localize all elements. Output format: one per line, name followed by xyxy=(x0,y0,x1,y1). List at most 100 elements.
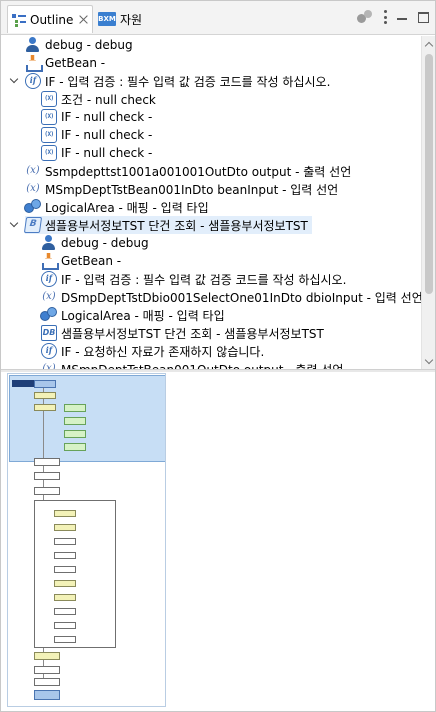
condition-icon: (X) xyxy=(41,91,57,107)
condition-icon: (X) xyxy=(41,127,57,143)
mapping-icon xyxy=(41,307,57,323)
overview-node xyxy=(34,487,60,495)
overview-node xyxy=(54,538,76,545)
if-icon: if xyxy=(25,73,41,89)
tree-item-label: LogicalArea - 매핑 - 입력 타입 xyxy=(45,200,209,215)
overview-node xyxy=(54,636,76,643)
variable-icon: (x) xyxy=(42,291,56,302)
variable-icon: (x) xyxy=(42,363,56,369)
tree-item[interactable]: (x) DSmpDeptTstDbio001SelectOne01InDto d… xyxy=(41,288,421,306)
tree-item-label: GetBean - xyxy=(61,254,122,268)
tree-item[interactable]: LogicalArea - 매핑 - 입력 타입 xyxy=(25,198,209,216)
tree-item[interactable]: LogicalArea - 매핑 - 입력 타입 xyxy=(41,306,225,324)
scroll-down-icon[interactable] xyxy=(425,357,433,365)
overview-node xyxy=(54,580,76,587)
outline-tree[interactable]: debug - debug GetBean - if IF - 입력 검증 : … xyxy=(1,36,421,369)
tree-item[interactable]: (x) MSmpDeptTstBean001InDto beanInput - … xyxy=(25,180,338,198)
tree-item[interactable]: (X) IF - null check - xyxy=(41,108,152,126)
tree-item-label: IF - 입력 검증 : 필수 입력 값 검증 코드를 작성 하십시오. xyxy=(45,74,331,89)
overview-node xyxy=(54,594,76,601)
overview-node xyxy=(34,472,60,480)
overview-node xyxy=(34,380,56,388)
tree-item[interactable]: debug - debug xyxy=(25,36,133,54)
chevron-down-icon[interactable] xyxy=(10,76,20,86)
overview-node xyxy=(54,608,76,615)
overview-node xyxy=(34,458,60,466)
tree-item-label: 샘플용부서정보TST 단건 조회 - 샘플용부서정보TST xyxy=(61,326,324,341)
tab-outline[interactable]: Outline xyxy=(7,5,93,33)
overview-node xyxy=(54,510,76,517)
tab-resources[interactable]: BXM 자원 xyxy=(96,5,142,33)
tree-item-label: IF - 입력 검증 : 필수 입력 값 검증 코드를 작성 하십시오. xyxy=(61,272,347,287)
chevron-down-icon[interactable] xyxy=(10,220,20,230)
overview-node xyxy=(34,690,60,700)
getbean-icon xyxy=(25,55,43,72)
tree-item[interactable]: GetBean - xyxy=(41,252,121,270)
tree-item[interactable]: (x) MSmpDeptTstBean001OutDto output - 출력… xyxy=(41,360,343,370)
overview-node xyxy=(64,430,86,438)
overview-node xyxy=(64,417,86,425)
scrollbar-thumb[interactable] xyxy=(425,54,433,294)
close-icon[interactable] xyxy=(78,14,89,25)
condition-icon: (X) xyxy=(41,109,57,125)
getbean-icon xyxy=(41,253,59,270)
overview-node xyxy=(34,666,60,674)
tree-item-label: 조건 - null check xyxy=(61,92,156,107)
variable-icon: (x) xyxy=(26,183,40,194)
tree-vertical-scrollbar[interactable] xyxy=(421,36,435,369)
tree-item-label: IF - null check - xyxy=(61,146,153,160)
overview-node xyxy=(64,443,86,451)
tree-item[interactable]: if IF - 요청하신 자료가 존재하지 않습니다. xyxy=(41,342,264,360)
tree-item-label: IF - 요청하신 자료가 존재하지 않습니다. xyxy=(61,344,265,359)
if-icon: if xyxy=(41,271,57,287)
tree-item[interactable]: (X) 조건 - null check xyxy=(41,90,156,108)
tab-outline-label: Outline xyxy=(30,12,74,27)
overview-node xyxy=(54,552,76,559)
view-toolbar xyxy=(357,10,429,24)
person-icon xyxy=(41,235,57,251)
overview-node xyxy=(54,622,76,629)
overview-node xyxy=(12,380,34,387)
tree-item-label: Ssmpdepttst1001a001001OutDto output - 출력… xyxy=(45,164,352,179)
overview-node xyxy=(34,678,60,686)
tree-item[interactable]: DB 샘플용부서정보TST 단건 조회 - 샘플용부서정보TST xyxy=(41,324,324,342)
view-menu-icon[interactable] xyxy=(383,10,387,24)
tree-item[interactable]: (X) IF - null check - xyxy=(41,144,152,162)
variable-icon: (x) xyxy=(26,165,40,176)
sash-divider[interactable] xyxy=(1,369,435,372)
overview-node xyxy=(34,652,60,660)
tree-item-label: IF - null check - xyxy=(61,110,153,124)
tree-item[interactable]: if IF - 입력 검증 : 필수 입력 값 검증 코드를 작성 하십시오. xyxy=(25,72,330,90)
tree-item-label: MSmpDeptTstBean001OutDto output - 출력 선언 xyxy=(61,361,343,370)
condition-icon: (X) xyxy=(41,145,57,161)
overview-viewport[interactable] xyxy=(9,375,165,462)
tree-item-label: GetBean - xyxy=(45,56,106,70)
tree-item[interactable]: GetBean - xyxy=(25,54,105,72)
tree-item-label: 샘플용부서정보TST 단건 조회 - 샘플용부서정보TST xyxy=(45,218,308,233)
scroll-up-icon[interactable] xyxy=(425,40,433,48)
minimize-icon[interactable] xyxy=(397,12,408,23)
tree-item-label: debug - debug xyxy=(61,236,149,250)
overview-node xyxy=(34,404,56,411)
bxm-icon: BXM xyxy=(98,12,116,26)
dbio-icon: DB xyxy=(41,325,57,341)
tree-item[interactable]: debug - debug xyxy=(41,234,149,252)
if-icon: if xyxy=(41,343,57,359)
overview-node xyxy=(54,566,76,573)
tree-item-label: LogicalArea - 매핑 - 입력 타입 xyxy=(61,308,225,323)
gears-icon[interactable] xyxy=(357,10,373,24)
tab-resources-label: 자원 xyxy=(120,12,143,27)
diagram-overview[interactable] xyxy=(7,373,166,707)
outline-icon xyxy=(12,13,26,27)
overview-node xyxy=(34,392,56,399)
tree-item-label: MSmpDeptTstBean001InDto beanInput - 입력 선… xyxy=(45,182,339,197)
tree-item-selected[interactable]: B 샘플용부서정보TST 단건 조회 - 샘플용부서정보TST xyxy=(23,216,312,234)
overview-node xyxy=(64,404,86,412)
tree-item[interactable]: if IF - 입력 검증 : 필수 입력 값 검증 코드를 작성 하십시오. xyxy=(41,270,346,288)
maximize-icon[interactable] xyxy=(418,11,429,23)
tree-item[interactable]: (X) IF - null check - xyxy=(41,126,152,144)
view-tab-bar: Outline BXM 자원 xyxy=(1,1,435,35)
mapping-icon xyxy=(25,199,41,215)
tree-item[interactable]: (x) Ssmpdepttst1001a001001OutDto output … xyxy=(25,162,351,180)
bean-icon: B xyxy=(23,217,43,233)
